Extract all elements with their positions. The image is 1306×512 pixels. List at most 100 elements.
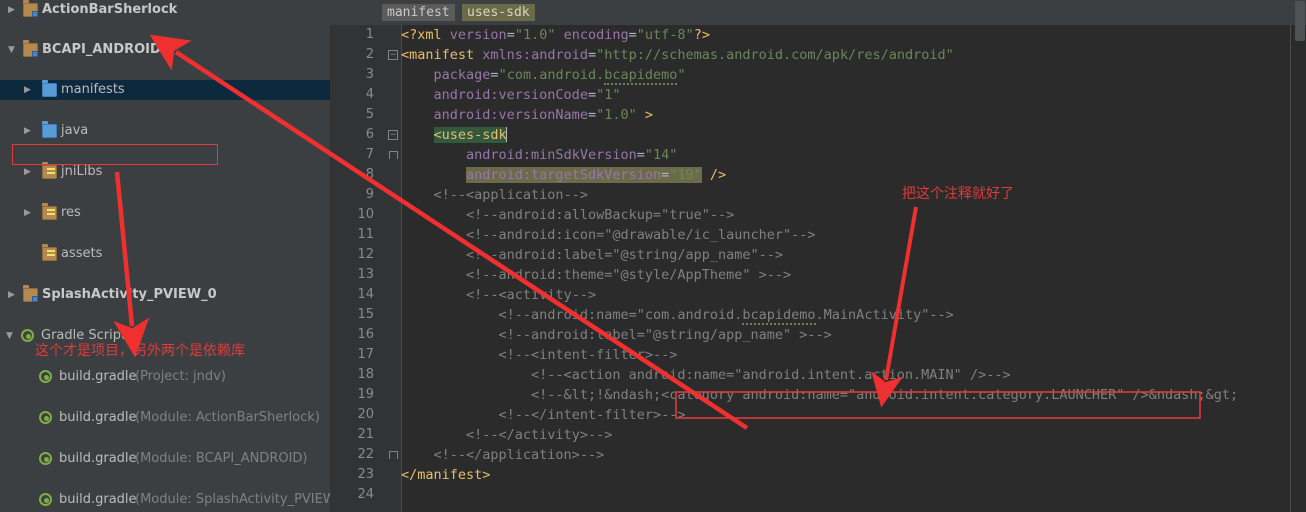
right-margin-guide xyxy=(1290,25,1291,512)
line-number: 24 xyxy=(357,487,374,502)
tree-item-label: assets xyxy=(61,246,103,261)
gradle-icon xyxy=(21,329,34,342)
code-line-4: android:versionCode="1" xyxy=(433,87,621,103)
fold-end-marker xyxy=(388,450,398,460)
project-tree-panel[interactable]: ActionBarSherlock BCAPI_ANDROID manifest… xyxy=(0,0,330,512)
code-line-9: <!--<application--> xyxy=(433,187,588,203)
resource-folder-icon xyxy=(42,162,57,179)
tree-item-manifests[interactable]: manifests xyxy=(0,80,330,100)
line-number: 5 xyxy=(365,107,374,122)
code-line-2: <manifest xmlns:android="http://schemas.… xyxy=(401,47,954,63)
tree-item-label: res xyxy=(61,205,81,220)
tree-item-label: build.gradle xyxy=(59,410,137,425)
line-number: 14 xyxy=(357,287,374,302)
code-line-14: <!--<activity--> xyxy=(466,287,597,303)
code-folding-strip[interactable] xyxy=(385,25,402,512)
folder-icon xyxy=(42,121,57,138)
tree-item-bcapi-android[interactable]: BCAPI_ANDROID xyxy=(0,40,330,60)
tree-item-label: SplashActivity_PVIEW_0 xyxy=(42,287,217,302)
tree-item-label: jniLibs xyxy=(61,164,103,179)
tree-item-label: build.gradle xyxy=(59,451,137,466)
tree-item-splashactivity-pview-0[interactable]: SplashActivity_PVIEW_0 xyxy=(0,285,330,305)
tree-item-suffix: (Project: jndv) xyxy=(135,369,226,384)
tree-item-java[interactable]: java xyxy=(0,121,330,141)
line-number: 19 xyxy=(357,387,374,402)
code-line-15: <!--android:name="com.android.bcapidemo.… xyxy=(498,307,954,325)
gradle-icon xyxy=(39,493,52,506)
module-folder-icon xyxy=(23,0,38,17)
code-line-17: <!--<intent-filter>--> xyxy=(498,347,678,363)
code-line-10: <!--android:allowBackup="true"--> xyxy=(466,207,735,223)
tree-item-label: java xyxy=(61,123,89,138)
fold-toggle-uses-sdk[interactable] xyxy=(388,130,398,140)
code-line-22: <!--</application>--> xyxy=(433,447,605,463)
chevron-right-icon[interactable] xyxy=(22,162,33,182)
tree-item-build-gradle-project[interactable]: build.gradle (Project: jndv) xyxy=(0,367,330,387)
code-line-21: <!--</activity>--> xyxy=(466,427,613,443)
code-line-18: <!--<action android:name="android.intent… xyxy=(531,367,1011,383)
code-text-area[interactable]: <?xml version="1.0" encoding="utf-8"?> <… xyxy=(401,25,1306,512)
module-folder-icon xyxy=(23,40,38,57)
chevron-down-icon[interactable] xyxy=(6,40,17,60)
code-line-3: package="com.android.bcapidemo" xyxy=(433,67,686,85)
line-number: 18 xyxy=(357,367,374,382)
resource-folder-icon xyxy=(42,203,57,220)
chevron-right-icon[interactable] xyxy=(22,121,33,141)
line-number: 11 xyxy=(357,227,374,242)
line-number: 1 xyxy=(365,27,374,42)
code-line-12: <!--android:label="@string/app_name"--> xyxy=(466,247,784,263)
code-line-6: <uses-sdk xyxy=(433,127,507,143)
line-number: 12 xyxy=(357,247,374,262)
code-editor[interactable]: manifest uses-sdk 1 2 3 4 5 6 7 8 9 10 1… xyxy=(330,0,1306,512)
line-number: 22 xyxy=(357,447,374,462)
line-number: 4 xyxy=(365,87,374,102)
chevron-right-icon[interactable] xyxy=(6,0,17,20)
tree-item-actionbarsherlock[interactable]: ActionBarSherlock xyxy=(0,0,330,20)
tree-item-suffix: (Module: BCAPI_ANDROID) xyxy=(135,451,308,466)
line-number: 21 xyxy=(357,427,374,442)
folder-icon xyxy=(42,80,57,97)
line-number: 23 xyxy=(357,467,374,482)
breadcrumb-manifest[interactable]: manifest xyxy=(382,4,455,21)
code-line-8: android:targetSdkVersion="19" /> xyxy=(466,167,727,183)
tree-item-assets[interactable]: assets xyxy=(0,244,330,264)
line-number: 13 xyxy=(357,267,374,282)
code-line-11: <!--android:icon="@drawable/ic_launcher"… xyxy=(466,227,816,243)
tree-item-jnilibs[interactable]: jniLibs xyxy=(0,162,330,182)
fold-end-marker xyxy=(388,150,398,160)
chevron-right-icon[interactable] xyxy=(22,203,33,223)
breadcrumb-uses-sdk[interactable]: uses-sdk xyxy=(462,4,535,21)
tree-item-build-gradle-bcapi-android[interactable]: build.gradle (Module: BCAPI_ANDROID) xyxy=(0,449,330,469)
gradle-icon xyxy=(39,370,52,383)
line-number: 15 xyxy=(357,307,374,322)
code-line-23: </manifest> xyxy=(401,467,491,483)
tree-item-label: build.gradle xyxy=(59,369,137,384)
code-line-13: <!--android:theme="@style/AppTheme" >--> xyxy=(466,267,792,283)
line-number: 16 xyxy=(357,327,374,342)
fold-toggle-manifest[interactable] xyxy=(388,50,398,60)
resource-folder-icon xyxy=(42,244,57,261)
tree-item-label: ActionBarSherlock xyxy=(42,2,178,17)
chevron-right-icon[interactable] xyxy=(22,80,33,100)
tree-item-res[interactable]: res xyxy=(0,203,330,223)
code-line-16: <!--android:label="@string/app_name" >--… xyxy=(498,327,832,343)
tree-item-suffix: (Module: ActionBarSherlock) xyxy=(135,410,320,425)
tree-item-suffix: (Module: SplashActivity_PVIEW_0) xyxy=(135,492,330,507)
tree-item-label: BCAPI_ANDROID xyxy=(42,42,161,57)
annotation-label-project: 这个才是项目，另外两个是依赖库 xyxy=(35,343,245,359)
sidebar-highlight-box xyxy=(12,144,218,165)
code-line-1: <?xml version="1.0" encoding="utf-8"?> xyxy=(401,27,710,43)
line-number: 6 xyxy=(365,127,374,142)
tree-item-label: build.gradle xyxy=(59,492,137,507)
chevron-right-icon[interactable] xyxy=(6,285,17,305)
code-line-19: <!--&lt;!&ndash;<category android:name="… xyxy=(531,387,1239,403)
tree-item-build-gradle-actionbarsherlock[interactable]: build.gradle (Module: ActionBarSherlock) xyxy=(0,408,330,428)
line-number: 10 xyxy=(357,207,374,222)
breadcrumb: manifest uses-sdk xyxy=(330,0,1306,41)
chevron-down-icon[interactable] xyxy=(4,326,15,346)
line-number: 3 xyxy=(365,67,374,82)
line-number: 17 xyxy=(357,347,374,362)
tree-item-build-gradle-splashactivity[interactable]: build.gradle (Module: SplashActivity_PVI… xyxy=(0,490,330,510)
annotation-label-comment: 把这个注释就好了 xyxy=(902,186,1014,202)
line-number: 2 xyxy=(365,47,374,62)
